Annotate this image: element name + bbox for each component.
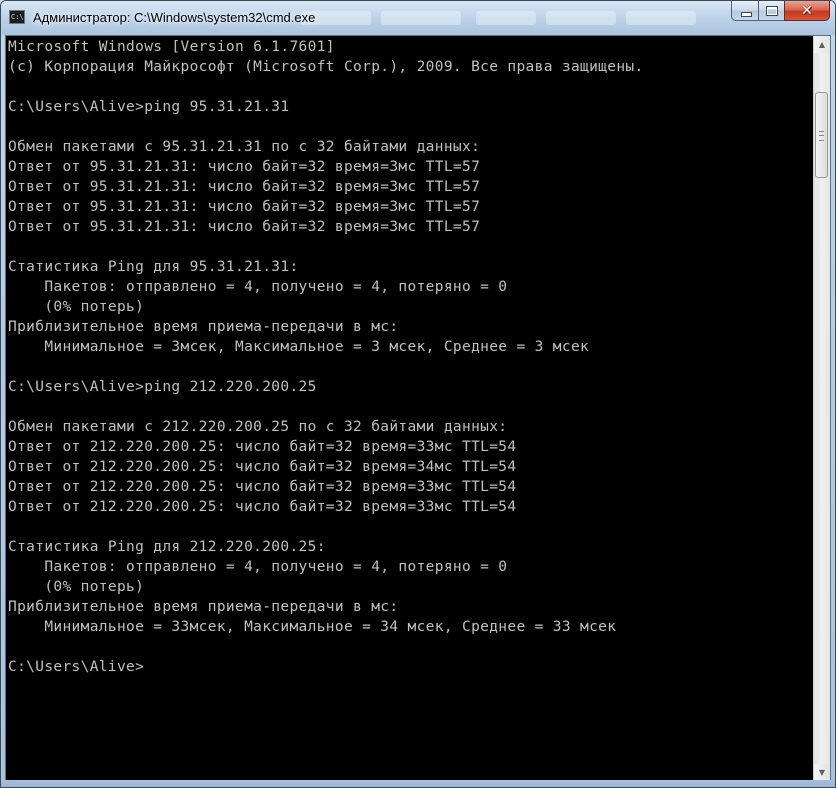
title-bar-reflection bbox=[546, 11, 616, 25]
title-bar-reflection bbox=[381, 11, 461, 25]
console-line: Минимальное = 33мсек, Максимальное = 34 … bbox=[8, 619, 617, 635]
console-line: Ответ от 95.31.21.31: число байт=32 врем… bbox=[8, 179, 481, 195]
console-line: Ответ от 212.220.200.25: число байт=32 в… bbox=[8, 479, 517, 495]
console-line: (c) Корпорация Майкрософт (Microsoft Cor… bbox=[8, 59, 644, 75]
command-prompt-line: C:\Users\Alive> bbox=[8, 659, 145, 675]
console-line: Статистика Ping для 212.220.200.25: bbox=[8, 539, 326, 555]
cmd-console-icon[interactable] bbox=[9, 10, 25, 24]
scrollbar-grip-icon bbox=[819, 131, 824, 141]
console-line: Пакетов: отправлено = 4, получено = 4, п… bbox=[8, 559, 508, 575]
console-line: Ответ от 212.220.200.25: число байт=32 в… bbox=[8, 499, 517, 515]
console-line: Обмен пакетами с 212.220.200.25 по с 32 … bbox=[8, 419, 508, 435]
maximize-button[interactable] bbox=[758, 1, 784, 21]
command-prompt-line: C:\Users\Alive>ping 95.31.21.31 bbox=[8, 99, 290, 115]
title-bar-reflection bbox=[626, 11, 696, 25]
window-title: Администратор: C:\Windows\system32\cmd.e… bbox=[33, 10, 316, 25]
minimize-button[interactable] bbox=[731, 1, 758, 21]
console-line: Приблизительное время приема-передачи в … bbox=[8, 319, 399, 335]
console-line: (0% потерь) bbox=[8, 299, 145, 315]
console-line: (0% потерь) bbox=[8, 579, 145, 595]
scroll-up-arrow-icon[interactable]: ▲ bbox=[814, 36, 830, 53]
close-icon: ✕ bbox=[801, 3, 813, 19]
title-bar-reflection bbox=[476, 11, 536, 25]
window-bottom-frame bbox=[1, 780, 835, 787]
console-line: Пакетов: отправлено = 4, получено = 4, п… bbox=[8, 279, 508, 295]
close-button[interactable]: ✕ bbox=[784, 1, 830, 21]
console-line: Статистика Ping для 95.31.21.31: bbox=[8, 259, 299, 275]
maximize-icon bbox=[766, 6, 778, 16]
console-line: Минимальное = 3мсек, Максимальное = 3 мс… bbox=[8, 339, 590, 355]
minimize-icon bbox=[741, 12, 752, 17]
console-line: Ответ от 95.31.21.31: число байт=32 врем… bbox=[8, 159, 481, 175]
console-line: Обмен пакетами с 95.31.21.31 по с 32 бай… bbox=[8, 139, 481, 155]
console-line: Ответ от 212.220.200.25: число байт=32 в… bbox=[8, 439, 517, 455]
caption-buttons: ✕ bbox=[731, 1, 830, 22]
console-line: Ответ от 95.31.21.31: число байт=32 врем… bbox=[8, 199, 481, 215]
console-line: Ответ от 95.31.21.31: число байт=32 врем… bbox=[8, 219, 481, 235]
console-line: Приблизительное время приема-передачи в … bbox=[8, 599, 399, 615]
command-prompt-line: C:\Users\Alive>ping 212.220.200.25 bbox=[8, 379, 317, 395]
console-output[interactable]: Microsoft Windows [Version 6.1.7601] (c) … bbox=[8, 37, 808, 780]
scroll-down-arrow-icon[interactable]: ▼ bbox=[814, 764, 830, 781]
scrollbar-thumb[interactable] bbox=[815, 92, 828, 178]
console-window: Администратор: C:\Windows\system32\cmd.e… bbox=[0, 0, 836, 788]
console-client-area[interactable]: Microsoft Windows [Version 6.1.7601] (c) … bbox=[5, 35, 831, 782]
console-line: Microsoft Windows [Version 6.1.7601] bbox=[8, 39, 335, 55]
title-bar[interactable]: Администратор: C:\Windows\system32\cmd.e… bbox=[1, 1, 835, 35]
console-line: Ответ от 212.220.200.25: число байт=32 в… bbox=[8, 459, 517, 475]
vertical-scrollbar[interactable]: ▲ ▼ bbox=[813, 36, 830, 781]
